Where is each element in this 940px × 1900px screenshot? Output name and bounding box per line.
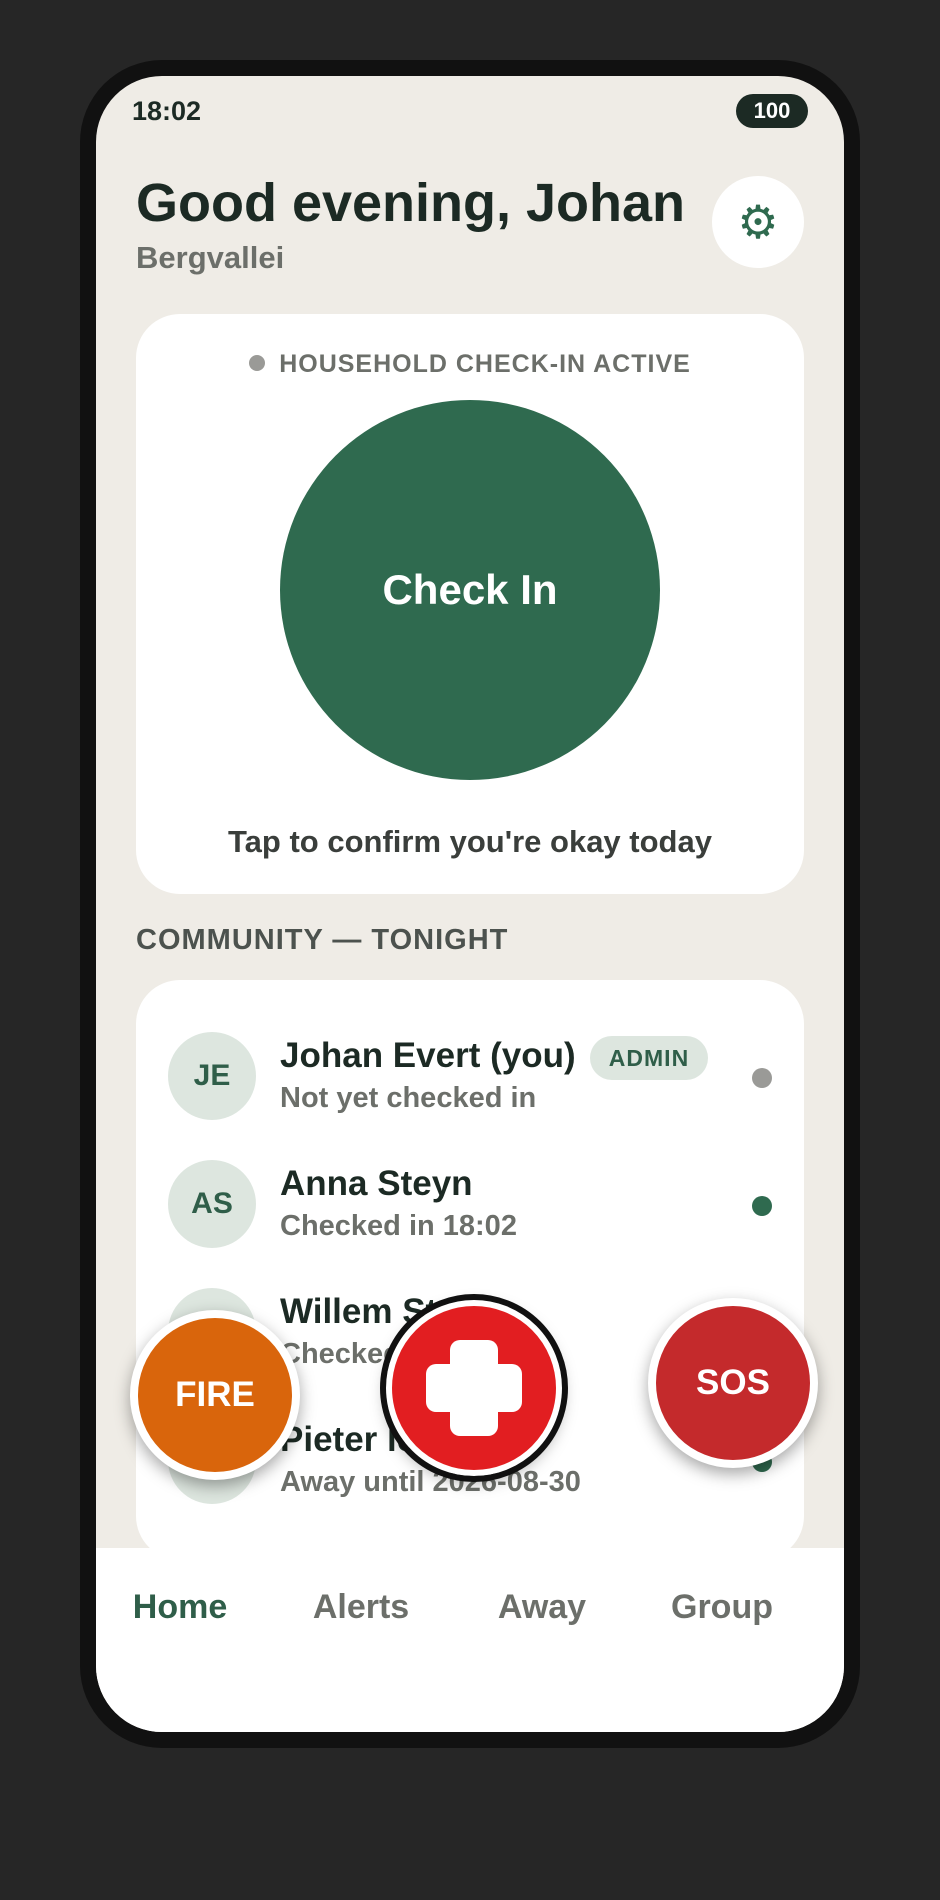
checkin-status-label: HOUSEHOLD CHECK-IN ACTIVE [279, 350, 691, 378]
fire-alert-button[interactable]: FIRE [130, 1310, 300, 1480]
check-in-button[interactable]: Check In [280, 400, 660, 780]
member-name: Johan Evert (you) [280, 1036, 576, 1075]
checkin-hint: Tap to confirm you're okay today [228, 824, 712, 859]
member-name: Anna Steyn [280, 1164, 473, 1203]
nav-alerts[interactable]: Alerts [281, 1588, 441, 1627]
greeting-title: Good evening, Johan [136, 173, 686, 233]
settings-button[interactable]: ⚙ [712, 176, 804, 268]
member-status: Not yet checked in [280, 1082, 537, 1114]
gear-icon: ⚙ [737, 196, 779, 248]
avatar: JE [168, 1032, 256, 1120]
member-row[interactable]: JE Johan Evert (you) ADMIN Not yet check… [136, 1026, 804, 1126]
checkin-status: HOUSEHOLD CHECK-IN ACTIVE [136, 350, 804, 379]
member-status: Away until 2026-08-30 [280, 1466, 581, 1498]
member-row[interactable]: AS Anna Steyn Checked in 18:02 [136, 1154, 804, 1254]
battery-indicator: 100 [736, 94, 808, 128]
community-section-label: COMMUNITY — TONIGHT [136, 924, 509, 956]
status-time: 18:02 [132, 96, 202, 126]
nav-group[interactable]: Group [642, 1588, 802, 1627]
location-label: Bergvallei [136, 240, 285, 275]
avatar: AS [168, 1160, 256, 1248]
admin-badge: ADMIN [590, 1036, 708, 1080]
presence-dot-icon [752, 1068, 772, 1088]
status-dot-icon [249, 355, 266, 372]
medical-alert-button[interactable] [380, 1294, 568, 1482]
member-status: Checked [280, 1338, 401, 1370]
member-status: Checked in 18:02 [280, 1210, 517, 1242]
bottom-nav: Home Alerts Away Group [96, 1548, 844, 1732]
nav-home[interactable]: Home [100, 1588, 260, 1627]
sos-button[interactable]: SOS [648, 1298, 818, 1468]
presence-dot-icon [752, 1196, 772, 1216]
checkin-card: HOUSEHOLD CHECK-IN ACTIVE Check In Tap t… [136, 314, 804, 894]
nav-away[interactable]: Away [462, 1588, 622, 1627]
app-screen: 18:02 100 Good evening, Johan Bergvallei… [96, 76, 844, 1732]
